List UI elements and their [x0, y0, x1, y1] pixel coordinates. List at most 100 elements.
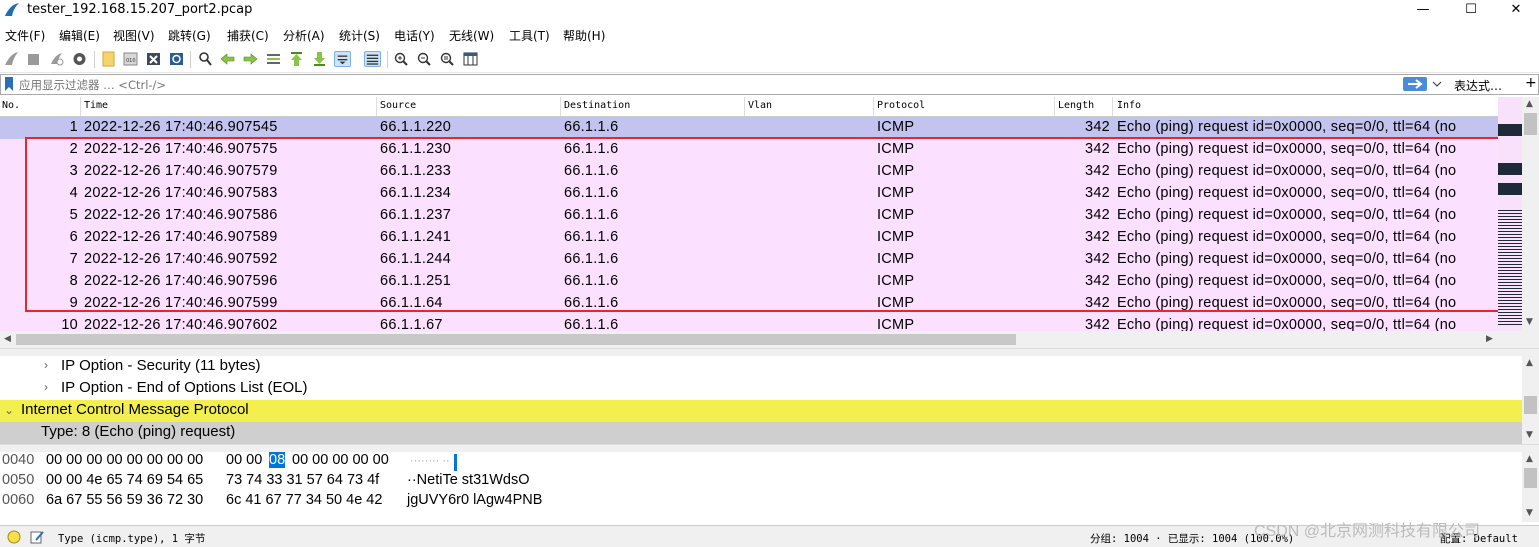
restart-capture-icon[interactable]	[48, 51, 65, 67]
column-header-length[interactable]: Length	[1058, 100, 1094, 111]
column-divider[interactable]	[1054, 97, 1055, 116]
edit-comment-icon[interactable]	[30, 530, 44, 544]
details-vertical-scrollbar[interactable]: ▲ ▼	[1522, 356, 1539, 444]
capture-options-icon[interactable]	[71, 51, 88, 67]
column-divider[interactable]	[873, 97, 874, 116]
apply-filter-arrow-icon[interactable]	[1403, 77, 1427, 91]
open-file-icon[interactable]	[100, 51, 117, 67]
scroll-down-icon[interactable]: ▼	[1526, 317, 1533, 327]
expand-arrow-icon[interactable]: ›	[44, 358, 48, 372]
menu-wireless[interactable]: 无线(W)	[449, 27, 494, 44]
start-capture-icon[interactable]	[3, 51, 20, 67]
packet-minimap[interactable]	[1498, 97, 1522, 331]
collapse-arrow-icon[interactable]: ⌄	[4, 403, 14, 417]
reload-file-icon[interactable]	[168, 51, 185, 67]
hex-bytes[interactable]: 6c 41 67 77 34 50 4e 42	[226, 492, 382, 508]
maximize-button[interactable]: ☐	[1448, 0, 1494, 22]
go-last-packet-icon[interactable]	[311, 51, 328, 67]
menu-capture[interactable]: 捕获(C)	[227, 27, 269, 44]
scrollbar-thumb[interactable]	[1524, 468, 1537, 488]
save-file-icon[interactable]: 010	[122, 51, 139, 67]
packet-row[interactable]: 2 2022-12-26 17:40:46.907575 66.1.1.230 …	[0, 139, 1498, 161]
column-header-time[interactable]: Time	[84, 100, 108, 111]
close-file-icon[interactable]	[145, 51, 162, 67]
packet-list-horizontal-scrollbar[interactable]: ◀ ▶	[0, 331, 1539, 348]
hex-bytes[interactable]: 00 00 00 00 00	[292, 452, 389, 468]
column-divider[interactable]	[376, 97, 377, 116]
packet-row[interactable]: 7 2022-12-26 17:40:46.907592 66.1.1.244 …	[0, 249, 1498, 271]
scroll-up-icon[interactable]: ▲	[1526, 454, 1533, 464]
column-divider[interactable]	[1112, 97, 1113, 116]
go-to-packet-icon[interactable]	[265, 51, 282, 67]
expression-button[interactable]: 表达式…	[1454, 77, 1502, 94]
menu-telephony[interactable]: 电话(Y)	[394, 27, 435, 44]
packet-row[interactable]: 4 2022-12-26 17:40:46.907583 66.1.1.234 …	[0, 183, 1498, 205]
minimize-button[interactable]: —	[1400, 0, 1446, 22]
scroll-up-icon[interactable]: ▲	[1526, 358, 1533, 368]
column-divider[interactable]	[744, 97, 745, 116]
expert-info-icon[interactable]	[7, 530, 21, 544]
packet-row[interactable]: 9 2022-12-26 17:40:46.907599 66.1.1.64 6…	[0, 293, 1498, 315]
scrollbar-thumb[interactable]	[1524, 396, 1537, 414]
filter-history-dropdown-icon[interactable]	[1431, 78, 1443, 90]
expand-arrow-icon[interactable]: ›	[44, 380, 48, 394]
menu-file[interactable]: 文件(F)	[5, 27, 45, 44]
detail-tree-item[interactable]: › IP Option - End of Options List (EOL)	[0, 378, 1522, 400]
scroll-right-icon[interactable]: ▶	[1486, 334, 1493, 344]
column-header-source[interactable]: Source	[380, 100, 416, 111]
go-forward-icon[interactable]	[242, 51, 259, 67]
bookmark-icon[interactable]	[4, 77, 14, 92]
column-header-destination[interactable]: Destination	[564, 100, 630, 111]
go-first-packet-icon[interactable]	[288, 51, 305, 67]
column-header-no[interactable]: No.	[2, 100, 20, 111]
menu-help[interactable]: 帮助(H)	[563, 27, 605, 44]
pane-splitter[interactable]	[0, 444, 1539, 452]
menu-tools[interactable]: 工具(T)	[509, 27, 550, 44]
scrollbar-thumb[interactable]	[16, 334, 1016, 345]
zoom-out-icon[interactable]	[416, 51, 433, 67]
scrollbar-thumb[interactable]	[1524, 113, 1537, 135]
find-packet-icon[interactable]	[197, 51, 214, 67]
hex-bytes[interactable]: 00 00 00 00 00 00 00 00	[46, 452, 203, 468]
detail-tree-item-highlighted[interactable]: ⌄ Internet Control Message Protocol	[0, 400, 1522, 422]
stop-capture-icon[interactable]	[25, 51, 42, 67]
pane-splitter[interactable]	[0, 348, 1539, 356]
hex-bytes[interactable]: 00 00 4e 65 74 69 54 65	[46, 472, 203, 488]
packet-row-selected[interactable]: 1 2022-12-26 17:40:46.907545 66.1.1.220 …	[0, 117, 1498, 139]
scroll-down-icon[interactable]: ▼	[1526, 508, 1533, 518]
menu-view[interactable]: 视图(V)	[113, 27, 155, 44]
scroll-up-icon[interactable]: ▲	[1526, 99, 1533, 109]
hex-bytes[interactable]: 73 74 33 31 57 64 73 4f	[226, 472, 379, 488]
add-filter-button[interactable]: +	[1525, 75, 1537, 91]
column-header-protocol[interactable]: Protocol	[877, 100, 925, 111]
display-filter-input[interactable]	[19, 76, 1399, 93]
colorize-list-icon[interactable]	[364, 51, 381, 67]
scroll-down-icon[interactable]: ▼	[1526, 430, 1533, 440]
menu-statistics[interactable]: 统计(S)	[339, 27, 380, 44]
detail-tree-item[interactable]: › IP Option - Security (11 bytes)	[0, 356, 1522, 378]
hex-bytes[interactable]: 6a 67 55 56 59 36 72 30	[46, 492, 203, 508]
column-divider[interactable]	[80, 97, 81, 116]
hex-ascii[interactable]: jgUVY6r0 lAgw4PNB	[407, 492, 542, 508]
hex-byte-selected[interactable]: 08	[269, 452, 286, 468]
zoom-in-icon[interactable]	[393, 51, 410, 67]
detail-tree-item-selected[interactable]: Type: 8 (Echo (ping) request)	[0, 422, 1522, 444]
menu-go[interactable]: 跳转(G)	[168, 27, 211, 44]
packet-row[interactable]: 8 2022-12-26 17:40:46.907596 66.1.1.251 …	[0, 271, 1498, 293]
hex-ascii[interactable]: ········ ··	[410, 455, 450, 467]
packet-list-vertical-scrollbar[interactable]: ▲ ▼	[1522, 97, 1539, 331]
auto-scroll-icon[interactable]	[334, 51, 351, 67]
packet-row[interactable]: 5 2022-12-26 17:40:46.907586 66.1.1.237 …	[0, 205, 1498, 227]
column-header-info[interactable]: Info	[1117, 100, 1141, 111]
column-divider[interactable]	[560, 97, 561, 116]
bytes-vertical-scrollbar[interactable]: ▲ ▼	[1522, 452, 1539, 522]
menu-analyze[interactable]: 分析(A)	[283, 27, 325, 44]
close-button[interactable]: ✕	[1493, 0, 1539, 22]
column-header-vlan[interactable]: Vlan	[748, 100, 772, 111]
hex-ascii[interactable]: ··NetiTe st31WdsO	[407, 472, 529, 488]
menu-edit[interactable]: 编辑(E)	[59, 27, 100, 44]
packet-row[interactable]: 6 2022-12-26 17:40:46.907589 66.1.1.241 …	[0, 227, 1498, 249]
hex-bytes[interactable]: 00 00	[226, 452, 262, 468]
resize-columns-icon[interactable]	[462, 51, 479, 67]
go-back-icon[interactable]	[219, 51, 236, 67]
